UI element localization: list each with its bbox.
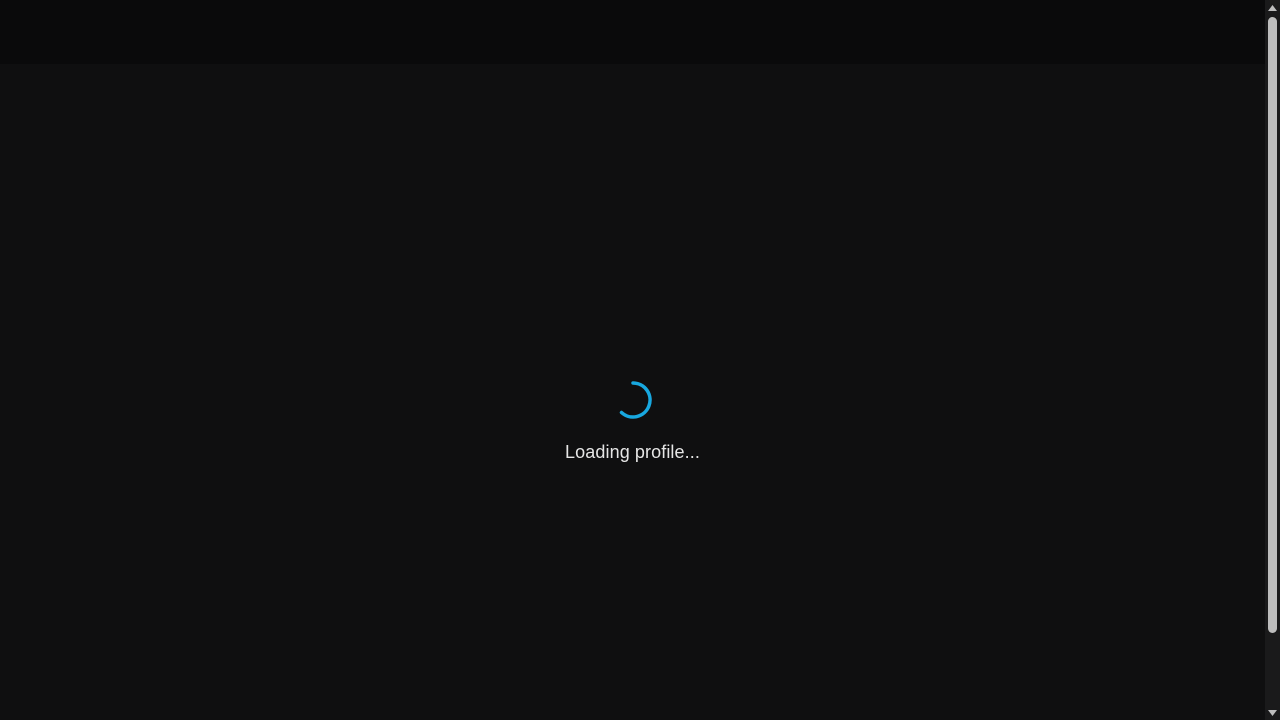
chevron-up-icon — [1268, 4, 1277, 11]
loading-spinner-icon — [619, 381, 652, 419]
scroll-up-button[interactable] — [1265, 0, 1280, 15]
top-bar — [0, 0, 1265, 64]
scroll-thumb[interactable] — [1268, 17, 1277, 633]
vertical-scrollbar[interactable] — [1265, 0, 1280, 720]
loading-indicator: Loading profile... — [0, 380, 1265, 463]
scroll-down-button[interactable] — [1265, 705, 1280, 720]
loading-text: Loading profile... — [565, 442, 700, 462]
app-window: Loading profile... — [0, 0, 1265, 720]
chevron-down-icon — [1268, 709, 1277, 716]
